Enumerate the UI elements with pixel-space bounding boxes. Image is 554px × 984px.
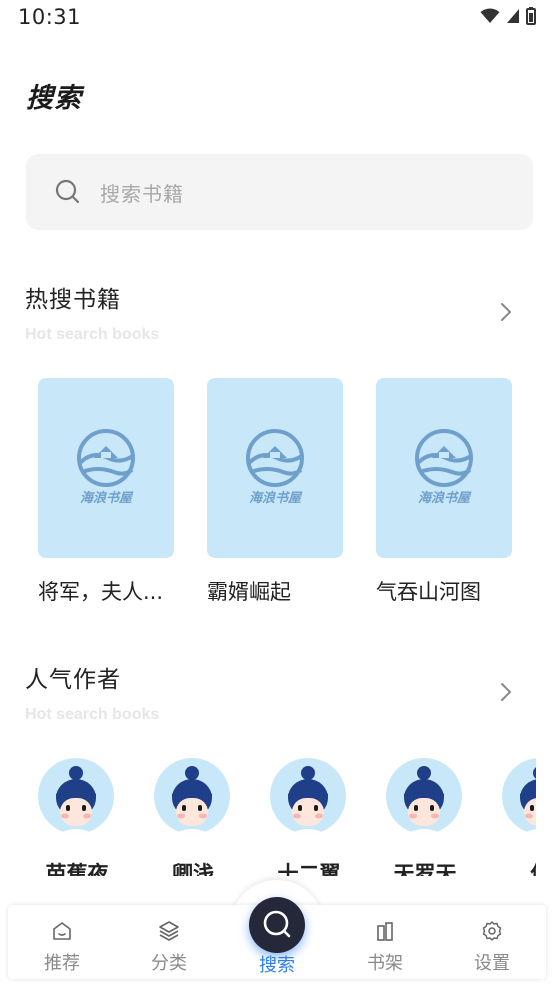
tab-recommend[interactable]: 推荐 (8, 905, 116, 979)
book-title: 霸婿崛起 (207, 580, 291, 604)
svg-text:海浪书屋: 海浪书屋 (249, 490, 303, 506)
tab-label: 书架 (367, 953, 403, 974)
book-cover: 海浪书屋 (207, 378, 343, 558)
avatar (502, 758, 536, 834)
author-item[interactable]: 芭蕉夜 (38, 758, 116, 876)
author-item[interactable]: 十二翼 (270, 758, 348, 876)
avatar (38, 758, 114, 834)
gear-icon (482, 921, 502, 941)
author-item[interactable]: 佚 (502, 758, 536, 876)
tab-label: 推荐 (44, 953, 80, 974)
book-cover: 海浪书屋 (38, 378, 174, 558)
svg-text:海浪书屋: 海浪书屋 (418, 490, 472, 506)
wifi-icon (480, 8, 500, 23)
tab-label: 搜索 (259, 955, 295, 976)
author-avatar-icon (404, 766, 444, 834)
search-center-button[interactable] (249, 897, 305, 953)
popular-authors-title: 人气作者 (25, 667, 121, 693)
home-icon (53, 922, 71, 940)
popular-authors-more-chevron-icon[interactable] (496, 680, 516, 704)
tab-label: 设置 (474, 953, 510, 974)
hot-books-more-chevron-icon[interactable] (496, 300, 516, 324)
authors-list[interactable]: 芭蕉夜 卿浅 十二翼 天罗天 (0, 752, 536, 876)
author-name: 天罗天 (393, 862, 457, 876)
book-title: 将军，夫人... (38, 580, 164, 604)
author-avatar-icon (520, 767, 536, 834)
author-name: 芭蕉夜 (45, 862, 109, 876)
wave-house-logo-icon: 海浪书屋 (415, 429, 473, 506)
search-icon (55, 179, 80, 204)
hot-books-title: 热搜书籍 (25, 287, 121, 313)
avatar (386, 758, 462, 834)
hot-books-subtitle: Hot search books (25, 326, 160, 343)
author-avatar-icon (288, 766, 328, 834)
avatar (270, 758, 346, 834)
search-placeholder: 搜索书籍 (100, 182, 184, 206)
book-cover: 海浪书屋 (376, 378, 512, 558)
book-card[interactable]: 海浪书屋 将军，夫人... (38, 378, 174, 604)
book-card[interactable]: 海浪书屋 气吞山河图 (376, 378, 512, 604)
status-time: 10:31 (18, 5, 82, 29)
author-avatar-icon (172, 766, 212, 834)
battery-icon (526, 7, 536, 25)
avatar (154, 758, 230, 834)
author-name: 佚 (488, 858, 537, 876)
search-icon (263, 910, 291, 938)
status-icons (480, 7, 536, 25)
wave-house-logo-icon: 海浪书屋 (246, 429, 304, 506)
popular-authors-subtitle: Hot search books (25, 706, 160, 723)
svg-text:海浪书屋: 海浪书屋 (80, 490, 134, 506)
status-bar: 10:31 (0, 0, 554, 34)
tab-label: 分类 (151, 953, 187, 974)
page-title: 搜索 (26, 83, 82, 114)
tab-category[interactable]: 分类 (115, 905, 223, 979)
search-input[interactable]: 搜索书籍 (26, 154, 533, 230)
author-item[interactable]: 卿浅 (154, 758, 232, 876)
tab-bookshelf[interactable]: 书架 (331, 905, 439, 979)
tab-settings[interactable]: 设置 (438, 905, 546, 979)
bookshelf-icon (377, 922, 393, 941)
book-title: 气吞山河图 (376, 580, 481, 604)
book-card[interactable]: 海浪书屋 霸婿崛起 (207, 378, 343, 604)
author-name: 卿浅 (172, 862, 214, 876)
layers-icon (159, 921, 179, 941)
wave-house-logo-icon: 海浪书屋 (77, 429, 135, 506)
author-name: 十二翼 (277, 862, 341, 876)
author-avatar-icon (56, 766, 96, 834)
cellular-signal-icon (507, 9, 519, 23)
author-item[interactable]: 天罗天 (386, 758, 464, 876)
